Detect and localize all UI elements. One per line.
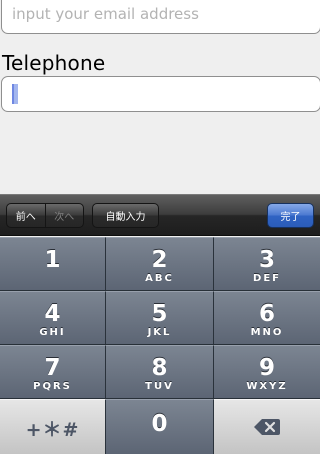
telephone-input[interactable] bbox=[1, 76, 320, 112]
key-1[interactable]: 1 bbox=[0, 237, 106, 290]
telephone-label: Telephone bbox=[2, 51, 106, 75]
key-digit: 5 bbox=[151, 301, 168, 327]
key-9[interactable]: 9 WXYZ bbox=[214, 345, 320, 398]
key-8[interactable]: 8 TUV bbox=[106, 345, 214, 398]
key-6[interactable]: 6 MNO bbox=[214, 291, 320, 344]
key-digit: 3 bbox=[258, 247, 275, 273]
done-button[interactable]: 完了 bbox=[267, 203, 314, 228]
key-5[interactable]: 5 JKL bbox=[106, 291, 214, 344]
key-digit: 9 bbox=[258, 355, 275, 381]
key-7[interactable]: 7 PQRS bbox=[0, 345, 106, 398]
autofill-button[interactable]: 自動入力 bbox=[92, 203, 159, 228]
key-letters: DEF bbox=[253, 273, 281, 284]
key-2[interactable]: 2 ABC bbox=[106, 237, 214, 290]
key-digit: 4 bbox=[44, 301, 61, 327]
key-digit: 7 bbox=[44, 355, 61, 381]
prev-button[interactable]: 前へ bbox=[7, 204, 45, 227]
key-letters: PQRS bbox=[33, 381, 72, 392]
key-0[interactable]: 0 bbox=[106, 399, 214, 454]
prev-next-control: 前へ 次へ bbox=[6, 203, 84, 228]
email-input[interactable]: input your email address bbox=[1, 0, 320, 34]
symbols-key[interactable]: +＊# bbox=[0, 399, 106, 454]
key-letters: WXYZ bbox=[246, 381, 288, 392]
key-letters: TUV bbox=[145, 381, 174, 392]
email-placeholder: input your email address bbox=[12, 5, 199, 23]
text-caret bbox=[12, 84, 18, 104]
key-digit: 8 bbox=[151, 355, 168, 381]
key-letters: GHI bbox=[39, 327, 66, 338]
backspace-key[interactable] bbox=[214, 399, 320, 454]
key-letters: MNO bbox=[250, 327, 284, 338]
next-button[interactable]: 次へ bbox=[44, 204, 84, 227]
key-4[interactable]: 4 GHI bbox=[0, 291, 106, 344]
key-digit: 6 bbox=[258, 301, 275, 327]
phone-keypad: 1 2 ABC 3 DEF 4 GHI 5 JKL 6 MNO 7 PQRS 8… bbox=[0, 237, 320, 454]
key-letters: JKL bbox=[147, 327, 172, 338]
key-3[interactable]: 3 DEF bbox=[214, 237, 320, 290]
symbols-label: +＊# bbox=[25, 419, 80, 441]
key-digit: 1 bbox=[44, 247, 61, 273]
keyboard-toolbar: 前へ 次へ 自動入力 完了 bbox=[0, 194, 320, 236]
key-digit: 0 bbox=[151, 411, 168, 437]
backspace-icon bbox=[254, 419, 280, 435]
key-letters: ABC bbox=[145, 273, 174, 284]
key-digit: 2 bbox=[151, 247, 168, 273]
